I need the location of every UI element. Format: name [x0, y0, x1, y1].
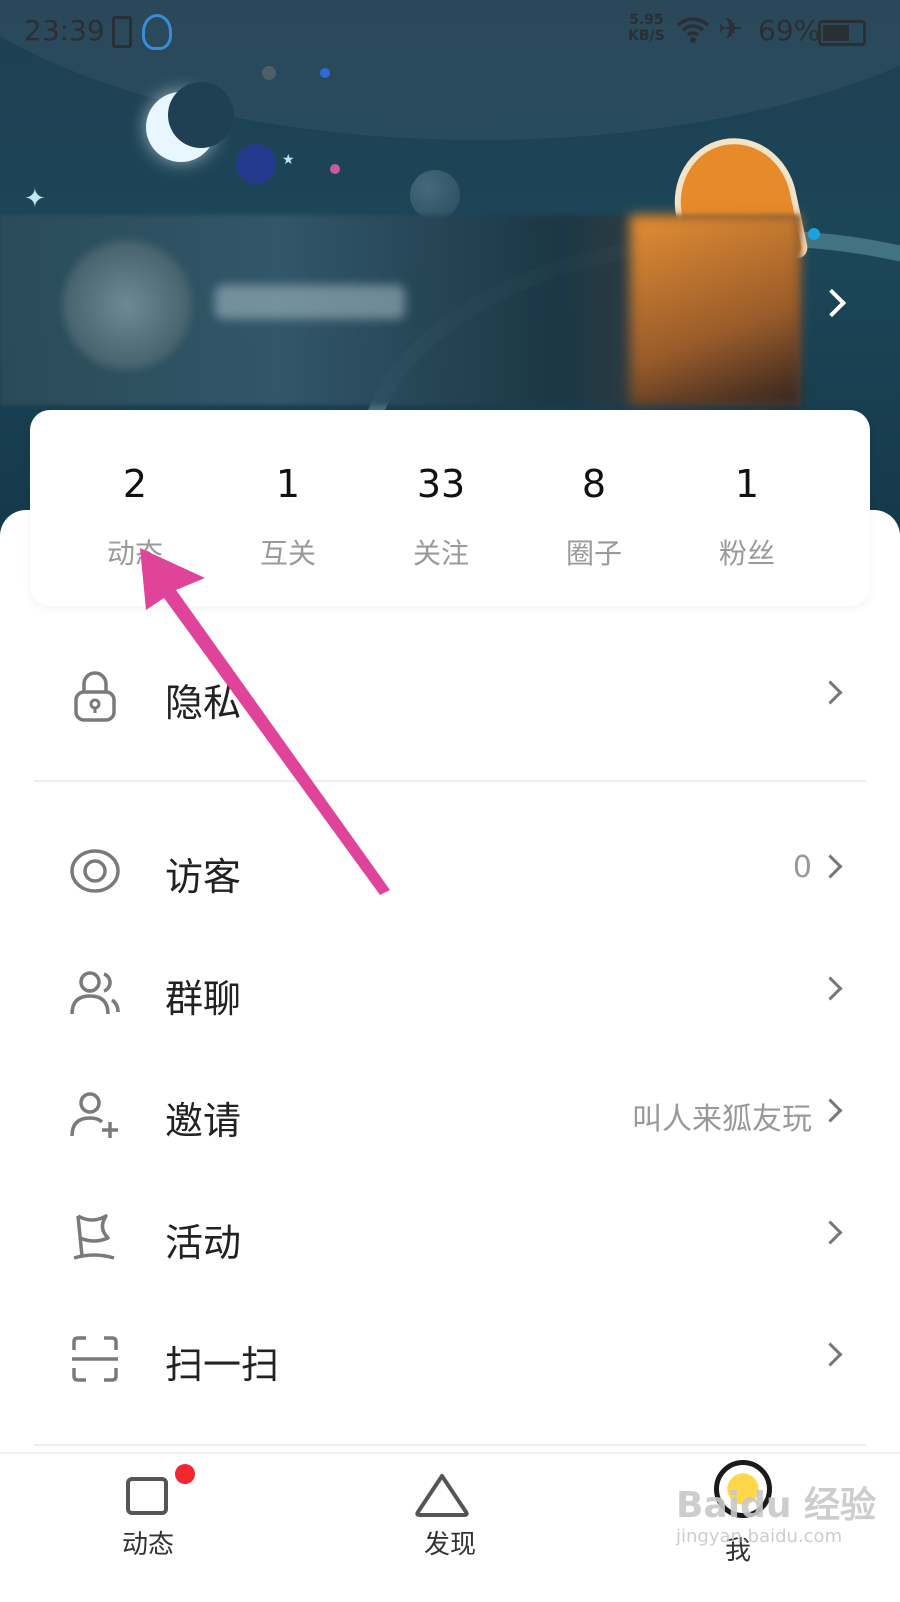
- chevron-right-icon: [818, 680, 843, 705]
- menu-item-activities[interactable]: 活动: [0, 1180, 900, 1290]
- stat-value: 2: [122, 462, 148, 506]
- flag-icon: [73, 1214, 115, 1260]
- star-icon: ★: [282, 152, 295, 168]
- menu-item-label: 群聊: [165, 977, 242, 1021]
- stat-value: 8: [581, 462, 607, 506]
- star-dot: [330, 164, 340, 174]
- wifi-icon: [676, 16, 710, 51]
- stat-followers[interactable]: 1 粉丝: [687, 410, 807, 606]
- stat-following[interactable]: 33 关注: [381, 410, 501, 606]
- network-speed: 5.95 KB/S: [628, 12, 665, 44]
- menu-item-label: 邀请: [165, 1099, 242, 1143]
- stat-value: 1: [275, 462, 301, 506]
- visitor-count: 0: [792, 850, 812, 885]
- tab-label: 发现: [423, 1530, 476, 1560]
- menu-item-invite[interactable]: 邀请 叫人来狐友玩: [0, 1058, 900, 1168]
- watermark: Baidu 经验 jingyan.baidu.com: [676, 1476, 896, 1556]
- chevron-right-icon: [818, 854, 843, 879]
- menu-item-visitors[interactable]: 访客 0: [0, 814, 900, 924]
- star-dot: [320, 68, 330, 78]
- tab-discover[interactable]: 发现: [370, 1454, 530, 1602]
- menu-item-label: 访客: [165, 855, 242, 899]
- stat-circles[interactable]: 8 圈子: [534, 410, 654, 606]
- star-icon: ✦: [24, 184, 46, 214]
- username: [215, 285, 405, 319]
- scan-icon: [72, 1336, 118, 1382]
- stat-label: 关注: [412, 537, 469, 570]
- stat-label: 互关: [259, 537, 316, 570]
- stat-value: 33: [416, 462, 466, 506]
- tab-feed[interactable]: 动态: [68, 1454, 228, 1602]
- speed-unit: KB/S: [628, 28, 665, 44]
- status-bar: 23:39 5.95 KB/S ✈ 69%: [0, 0, 900, 62]
- square-icon: [126, 1477, 168, 1515]
- divider: [34, 780, 866, 782]
- stat-label: 动态: [106, 537, 163, 570]
- planet-icon: [410, 170, 460, 220]
- speed-value: 5.95: [629, 12, 664, 28]
- stat-label: 圈子: [565, 537, 622, 570]
- group-icon: [70, 971, 120, 1015]
- tab-label: 动态: [121, 1530, 174, 1560]
- vibrate-icon: [112, 16, 132, 48]
- watermark-brand: Baidu 经验: [676, 1485, 877, 1526]
- stat-value: 1: [734, 462, 760, 506]
- menu-item-label: 隐私: [165, 681, 242, 725]
- clock: 23:39: [24, 14, 105, 47]
- airplane-icon: ✈: [718, 12, 744, 47]
- add-user-icon: [70, 1092, 118, 1138]
- stat-mutual[interactable]: 1 互关: [228, 410, 348, 606]
- eye-icon: [70, 849, 120, 893]
- fox-mascot-body: [630, 215, 800, 405]
- avatar[interactable]: [62, 240, 192, 370]
- battery-icon: [818, 20, 866, 46]
- stats-card: 2 动态 1 互关 33 关注 8 圈子 1 粉丝: [30, 410, 870, 606]
- battery-percent: 69%: [758, 14, 821, 47]
- stat-posts[interactable]: 2 动态: [75, 410, 195, 606]
- stat-label: 粉丝: [718, 537, 775, 570]
- menu-item-label: 活动: [165, 1221, 242, 1265]
- moon-icon: [146, 82, 234, 162]
- battery-fill: [823, 25, 849, 41]
- chevron-right-icon: [818, 1342, 843, 1367]
- lock-icon: [74, 671, 116, 722]
- invite-hint: 叫人来狐友玩: [632, 1102, 812, 1137]
- chevron-right-icon: [818, 1220, 843, 1245]
- planet-dot: [236, 144, 276, 184]
- chevron-right-icon: [818, 1098, 843, 1123]
- divider: [34, 1444, 866, 1446]
- qq-icon: [142, 14, 172, 50]
- triangle-icon: [415, 1474, 469, 1517]
- watermark-url: jingyan.baidu.com: [676, 1526, 843, 1547]
- star-dot: [808, 228, 820, 240]
- menu-item-privacy[interactable]: 隐私: [0, 640, 900, 750]
- star-dot: [262, 66, 276, 80]
- menu-item-label: 扫一扫: [165, 1343, 280, 1387]
- notification-badge: [175, 1464, 195, 1484]
- menu-item-group-chat[interactable]: 群聊: [0, 936, 900, 1046]
- menu-item-scan[interactable]: 扫一扫: [0, 1302, 900, 1412]
- chevron-right-icon: [818, 976, 843, 1001]
